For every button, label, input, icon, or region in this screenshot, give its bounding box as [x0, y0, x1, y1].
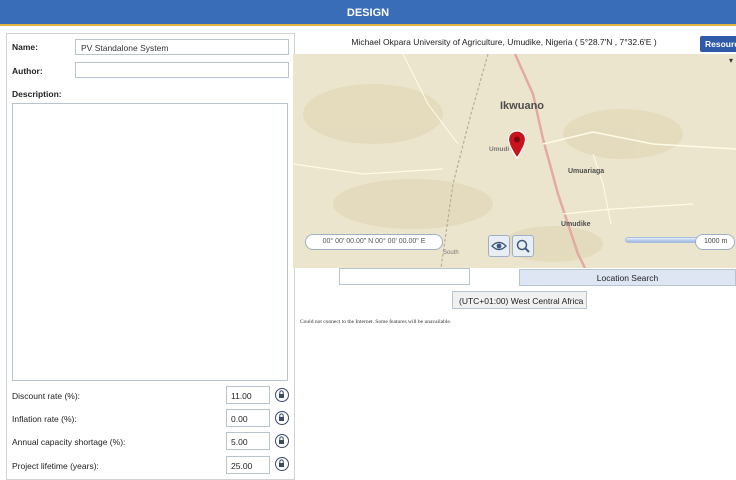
lock-icon[interactable] [275, 411, 289, 425]
project-lifetime-input[interactable]: 25.00 [226, 456, 270, 474]
project-lifetime-label: Project lifetime (years): [12, 461, 99, 471]
chevron-down-icon[interactable]: ▾ [729, 56, 736, 65]
location-header: Michael Okpara University of Agriculture… [351, 37, 657, 47]
magnifier-icon[interactable] [512, 235, 534, 257]
map-scale-label: 1000 m [695, 234, 735, 250]
timezone-value: (UTC+01:00) West Central Africa [459, 296, 584, 306]
window-title: DESIGN [346, 7, 390, 19]
timezone-select[interactable]: (UTC+01:00) West Central Africa ⌄ [452, 291, 587, 309]
eye-icon[interactable] [488, 235, 510, 257]
place-label-umuariaga: Umuariaga [568, 168, 605, 175]
author-label: Author: [12, 66, 43, 76]
location-search-button[interactable]: Location Search [519, 269, 736, 286]
map-scale-bar [625, 237, 703, 243]
location-search-input[interactable] [339, 268, 470, 285]
window-title-bar: DESIGN [0, 0, 736, 26]
offline-message: Could not connect to the Internet. Some … [300, 319, 452, 325]
description-textarea[interactable] [12, 103, 288, 381]
inflation-rate-input[interactable]: 0.00 [226, 409, 270, 427]
road-label: South [443, 250, 459, 256]
resources-button[interactable]: Resources [700, 36, 736, 52]
lock-icon[interactable] [275, 434, 289, 448]
name-label: Name: [12, 42, 38, 52]
place-label-umudike: Umudike [561, 221, 591, 228]
place-label-ikwuano: Ikwuano [500, 100, 545, 112]
capacity-shortage-input[interactable]: 5.00 [226, 432, 270, 450]
name-field[interactable]: PV Standalone System [75, 39, 289, 55]
author-field[interactable] [75, 62, 289, 78]
location-map[interactable]: Ikwuano Umudi Umuariaga Umudike South 00… [293, 54, 736, 268]
capacity-shortage-label: Annual capacity shortage (%): [12, 437, 126, 447]
discount-rate-label: Discount rate (%): [12, 391, 81, 401]
chevron-down-icon: ⌄ [575, 296, 581, 303]
discount-rate-input[interactable]: 11.00 [226, 386, 270, 404]
lock-icon[interactable] [275, 388, 289, 402]
lock-icon[interactable] [275, 457, 289, 471]
description-label: Description: [12, 89, 62, 99]
map-coordinate-readout: 00° 00' 00.00" N 00° 00' 00.00" E [305, 234, 443, 250]
inflation-rate-label: Inflation rate (%): [12, 414, 77, 424]
map-pin-icon[interactable] [507, 130, 527, 160]
